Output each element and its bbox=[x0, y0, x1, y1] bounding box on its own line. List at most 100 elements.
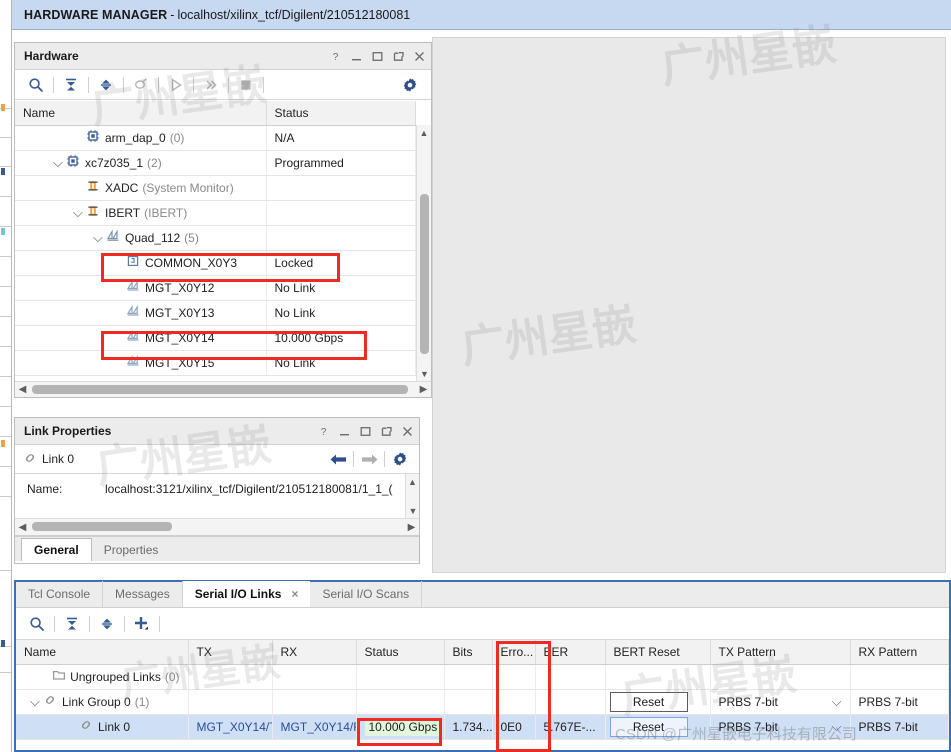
float-icon[interactable] bbox=[380, 425, 392, 437]
row-name-cell[interactable]: Ungrouped Links (0) bbox=[16, 664, 189, 690]
scroll-down-arrow-icon[interactable]: ▼ bbox=[417, 366, 431, 381]
scroll-up-arrow-icon[interactable]: ▲ bbox=[406, 474, 419, 489]
row-name-cell[interactable]: ⌵ xc7z035_1 (2) bbox=[15, 150, 267, 176]
tab-serial-io-scans[interactable]: Serial I/O Scans bbox=[310, 581, 423, 607]
hardware-tree-row[interactable]: arm_dap_0 (0) N/A bbox=[15, 125, 416, 151]
collapse-all-icon[interactable] bbox=[58, 73, 84, 97]
hardware-tree-row[interactable]: MGT_X0Y14 10.000 Gbps bbox=[15, 325, 416, 351]
tab-messages[interactable]: Messages bbox=[103, 581, 183, 607]
refresh-device-icon[interactable] bbox=[128, 73, 154, 97]
col-bits[interactable]: Bits bbox=[444, 640, 493, 665]
hardware-hscroll-thumb[interactable] bbox=[32, 384, 408, 394]
close-icon[interactable] bbox=[401, 425, 413, 437]
hardware-tree-row[interactable]: XADC (System Monitor) bbox=[15, 175, 416, 201]
hardware-tree-row[interactable]: ⌵ xc7z035_1 (2) Programmed bbox=[15, 150, 416, 176]
tx-pattern-select[interactable]: PRBS 7-bit ⌵ bbox=[719, 719, 842, 735]
col-bert-reset[interactable]: BERT Reset bbox=[605, 640, 711, 665]
row-name-cell[interactable]: MGT_X0Y12 bbox=[15, 275, 267, 301]
hardware-tree-row[interactable]: ⌵ Quad_112 (5) bbox=[15, 225, 416, 251]
hardware-col-status[interactable]: Status bbox=[266, 101, 416, 126]
row-name-cell[interactable]: ⌵ IBERT (IBERT) bbox=[15, 200, 267, 226]
row-name-cell[interactable]: XADC (System Monitor) bbox=[15, 175, 267, 201]
more-icon[interactable] bbox=[198, 73, 224, 97]
chevron-down-icon[interactable]: ⌵ bbox=[53, 156, 66, 169]
chevron-down-icon[interactable]: ⌵ bbox=[93, 231, 106, 244]
row-name-cell[interactable]: MGT_X0Y14 bbox=[15, 325, 267, 351]
scroll-right-arrow-icon[interactable]: ▶ bbox=[416, 384, 431, 395]
scroll-left-arrow-icon[interactable]: ◀ bbox=[15, 522, 30, 533]
row-name-cell[interactable]: MGT_X0Y13 bbox=[15, 300, 267, 326]
hardware-col-name[interactable]: Name bbox=[15, 101, 267, 126]
lp-hscroll-thumb[interactable] bbox=[32, 522, 172, 531]
tab-tcl-console[interactable]: Tcl Console bbox=[16, 581, 104, 607]
search-icon[interactable] bbox=[24, 612, 50, 636]
scroll-up-arrow-icon[interactable]: ▲ bbox=[417, 125, 431, 140]
row-tx-pattern-cell[interactable]: PRBS 7-bit ⌵ bbox=[710, 689, 851, 715]
bert-reset-button[interactable]: Reset bbox=[609, 691, 688, 712]
create-links-icon[interactable] bbox=[129, 612, 155, 636]
bert-reset-button[interactable]: Reset bbox=[608, 715, 689, 738]
col-name[interactable]: Name bbox=[16, 640, 189, 665]
run-trigger-icon[interactable] bbox=[163, 73, 189, 97]
row-name-cell[interactable]: Link 0 bbox=[16, 714, 189, 740]
forward-arrow-icon[interactable] bbox=[358, 449, 380, 469]
stop-icon[interactable] bbox=[233, 73, 259, 97]
minimize-icon[interactable] bbox=[338, 425, 350, 437]
hardware-tree-row[interactable]: MGT_X0Y12 No Link bbox=[15, 275, 416, 301]
col-tx-pattern[interactable]: TX Pattern bbox=[710, 640, 851, 665]
serial-io-row[interactable]: Link 0 MGT_X0Y14/TXMGT_X0Y14/RX 10.000 Gbp… bbox=[16, 714, 949, 740]
link-properties-hscrollbar[interactable]: ◀ ▶ bbox=[15, 518, 419, 535]
tx-pattern-select[interactable]: PRBS 7-bit ⌵ bbox=[719, 694, 842, 710]
row-tx-pattern-cell[interactable] bbox=[710, 664, 851, 690]
serial-io-row[interactable]: Ungrouped Links (0) bbox=[16, 664, 949, 690]
col-rx-pattern[interactable]: RX Pattern bbox=[850, 640, 949, 665]
row-name-cell[interactable]: COMMON_X0Y3 bbox=[15, 250, 267, 276]
help-icon[interactable]: ? bbox=[317, 425, 329, 437]
hardware-tree-row[interactable]: COMMON_X0Y3 Locked bbox=[15, 250, 416, 276]
row-name-cell[interactable]: MGT_X0Y15 bbox=[15, 350, 267, 376]
hardware-hscroll-track[interactable] bbox=[30, 382, 416, 398]
row-name-cell[interactable]: ⌵ Quad_112 (5) bbox=[15, 225, 267, 251]
scroll-right-arrow-icon[interactable]: ▶ bbox=[404, 522, 419, 533]
minimize-icon[interactable] bbox=[350, 50, 362, 62]
col-rx[interactable]: RX bbox=[272, 640, 357, 665]
close-icon[interactable] bbox=[413, 50, 425, 62]
tab-properties[interactable]: Properties bbox=[92, 538, 171, 561]
row-rx-pattern-cell[interactable]: PRBS 7-bit bbox=[850, 714, 949, 740]
row-name-cell[interactable]: arm_dap_0 (0) bbox=[15, 125, 267, 151]
link-properties-vscrollbar[interactable]: ▲ ▼ bbox=[405, 474, 419, 518]
help-icon[interactable]: ? bbox=[329, 50, 341, 62]
collapse-all-icon[interactable] bbox=[59, 612, 85, 636]
row-tx-pattern-cell[interactable]: PRBS 7-bit ⌵ bbox=[710, 714, 851, 740]
serial-io-row[interactable]: ⌵ Link Group 0 (1) Reset PRBS 7-bit ⌵ PRBS 7-b… bbox=[16, 689, 949, 715]
expand-collapse-icon[interactable] bbox=[94, 612, 120, 636]
tab-serial-io-links[interactable]: Serial I/O Links × bbox=[182, 581, 311, 607]
hardware-hscrollbar[interactable]: ◀ ▶ bbox=[15, 381, 431, 397]
chevron-down-icon[interactable]: ⌵ bbox=[832, 694, 842, 710]
row-name-cell[interactable]: ⌵ Link Group 0 (1) bbox=[16, 689, 189, 715]
search-icon[interactable] bbox=[23, 73, 49, 97]
hardware-tree-row[interactable]: MGT_X0Y15 No Link bbox=[15, 350, 416, 376]
chevron-down-icon[interactable]: ⌵ bbox=[832, 719, 842, 735]
close-icon[interactable]: × bbox=[291, 587, 298, 601]
hardware-tree-row[interactable]: MGT_X0Y13 No Link bbox=[15, 300, 416, 326]
lp-hscroll-track[interactable] bbox=[30, 519, 404, 535]
expand-collapse-icon[interactable] bbox=[93, 73, 119, 97]
maximize-icon[interactable] bbox=[371, 50, 383, 62]
chevron-down-icon[interactable]: ⌵ bbox=[30, 695, 43, 708]
row-rx-pattern-cell[interactable]: PRBS 7-bit bbox=[850, 689, 949, 715]
col-status[interactable]: Status bbox=[356, 640, 445, 665]
hardware-vscroll-thumb[interactable] bbox=[420, 194, 429, 354]
scroll-left-arrow-icon[interactable]: ◀ bbox=[15, 384, 30, 395]
hardware-tree-row[interactable]: ⌵ IBERT (IBERT) bbox=[15, 200, 416, 226]
settings-gear-icon[interactable] bbox=[397, 73, 423, 97]
float-icon[interactable] bbox=[392, 50, 404, 62]
back-arrow-icon[interactable] bbox=[327, 449, 349, 469]
row-rx-pattern-cell[interactable] bbox=[850, 664, 949, 690]
maximize-icon[interactable] bbox=[359, 425, 371, 437]
col-tx[interactable]: TX bbox=[188, 640, 273, 665]
col-ber[interactable]: BER bbox=[535, 640, 606, 665]
tab-general[interactable]: General bbox=[21, 538, 92, 561]
chevron-down-icon[interactable]: ⌵ bbox=[73, 206, 86, 219]
hardware-vscrollbar[interactable]: ▲ ▼ bbox=[416, 125, 431, 381]
